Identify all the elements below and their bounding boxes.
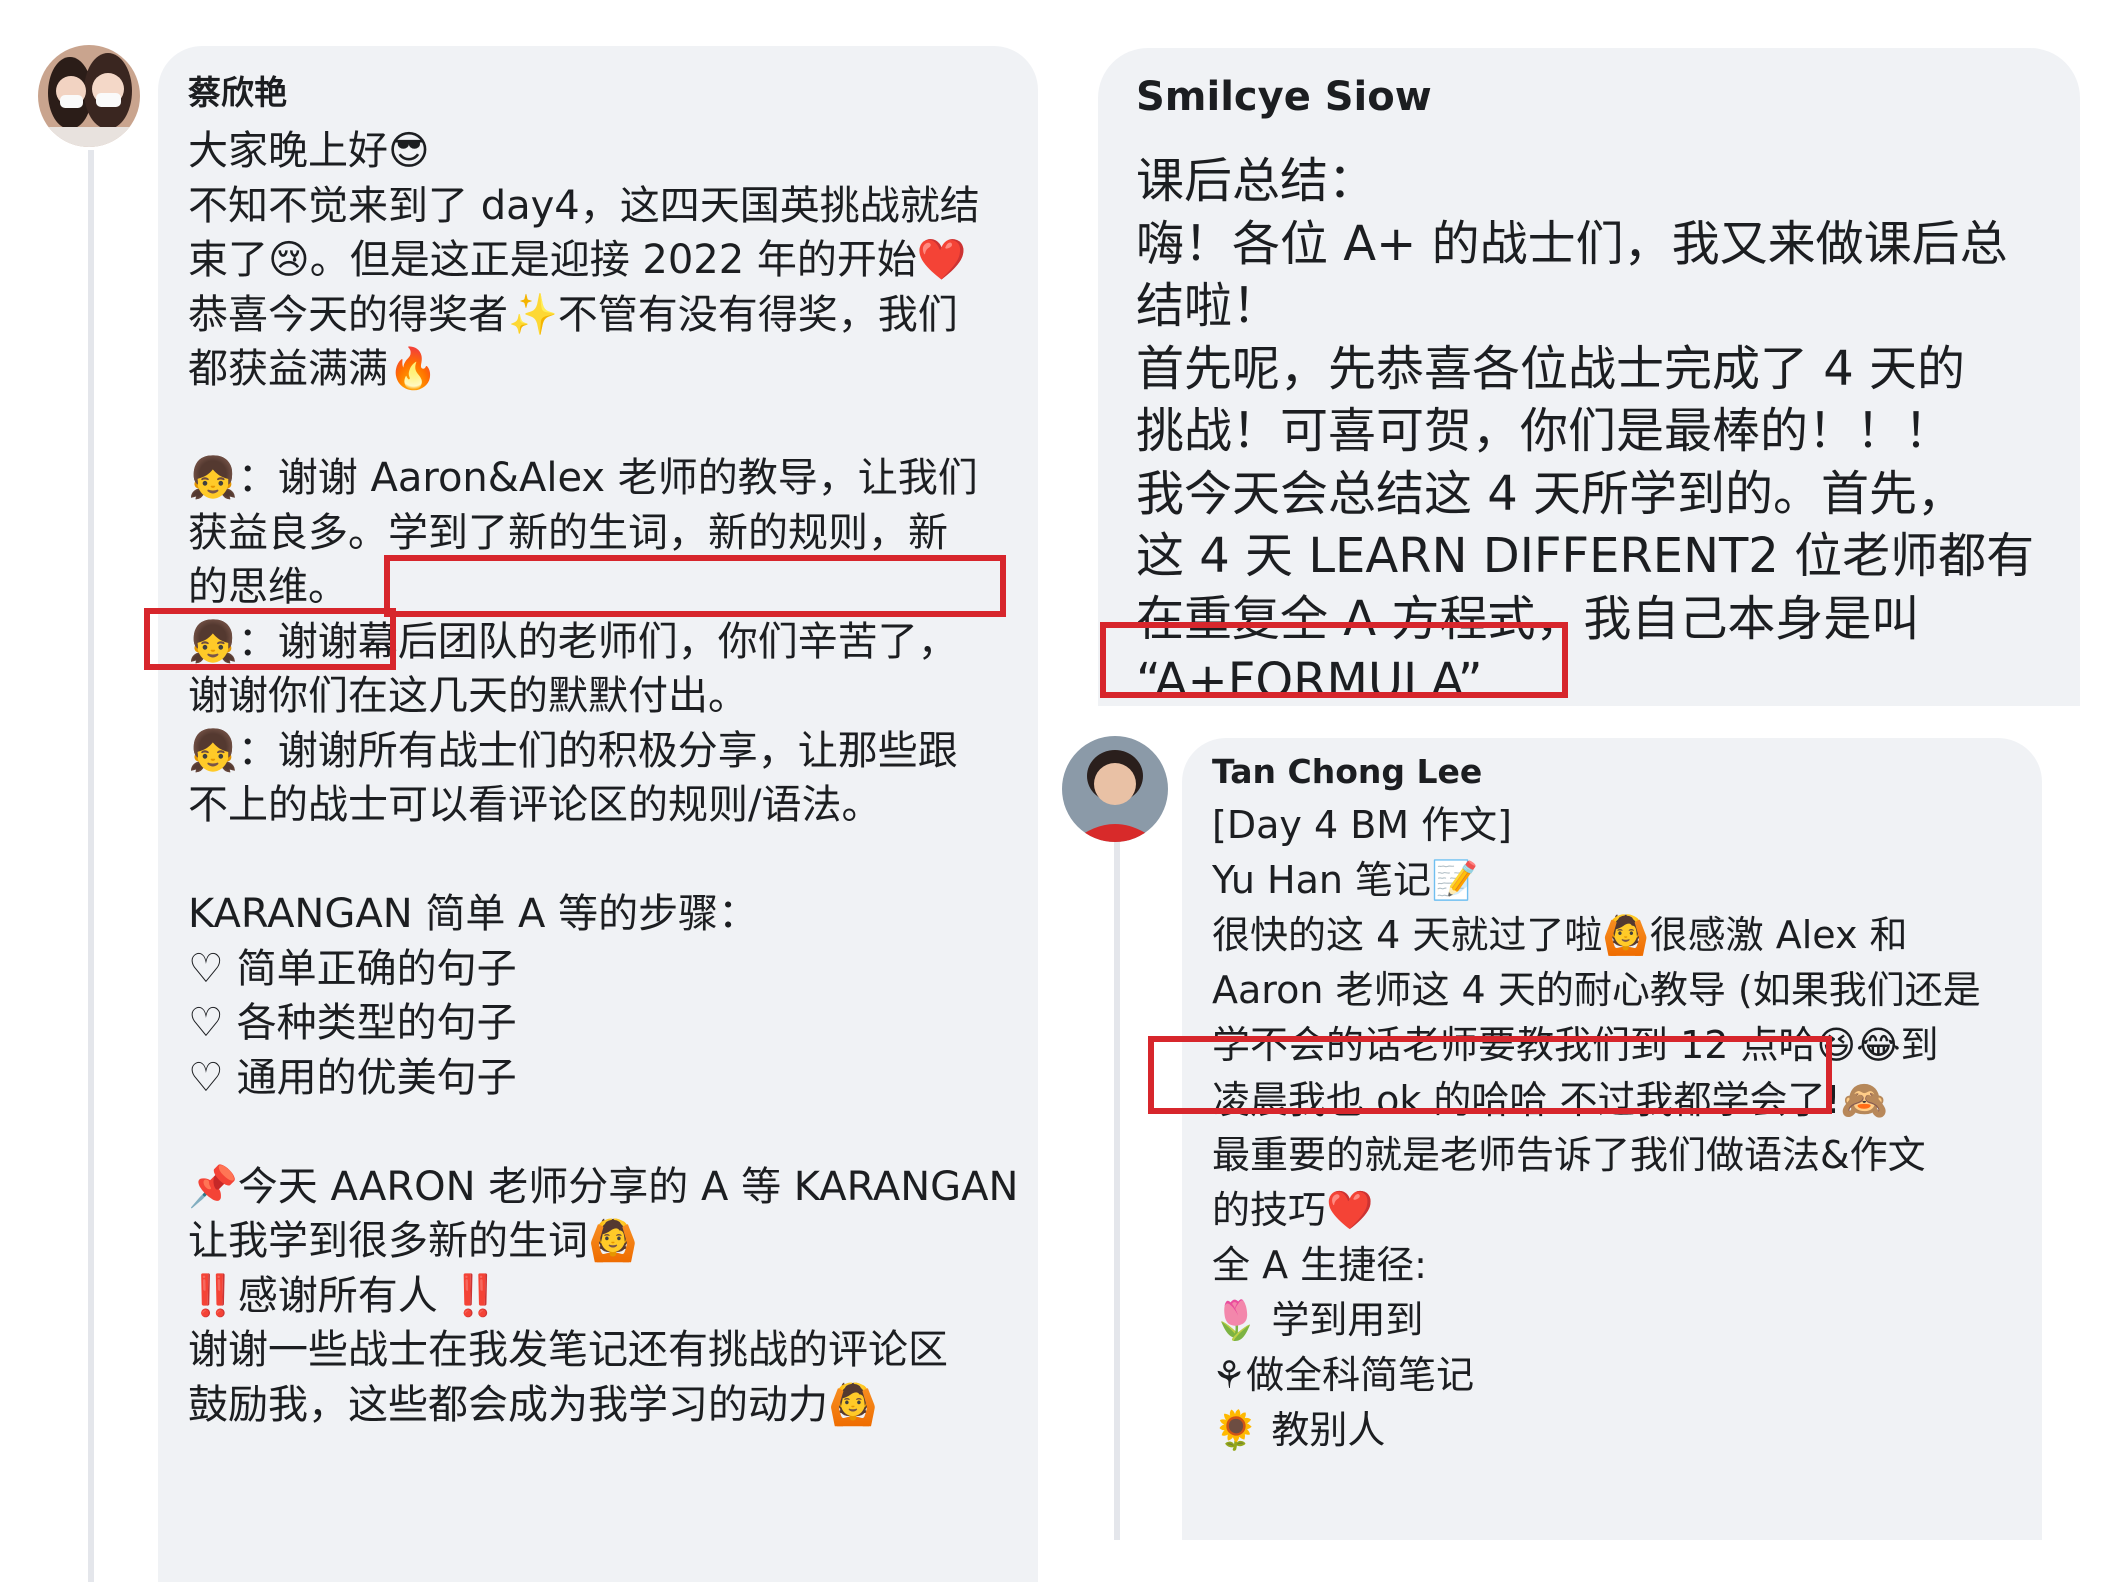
comment-line: Aaron 老师这 4 天的耐心教导 (如果我们还是 [1212, 968, 1981, 1012]
comment-line: 这 4 天 LEARN DIFFERENT2 位老师都有 [1136, 528, 2035, 584]
comment-line: ♡ 简单正确的句子 [188, 945, 517, 992]
comment-line: 恭喜今天的得奖者✨不管有没有得奖，我们 [188, 291, 958, 338]
highlight-box [384, 555, 1006, 617]
comment-author[interactable]: Smilcye Siow [1136, 74, 1432, 120]
comment-line: 鼓励我，这些都会成为我学习的动力🙆 [188, 1381, 878, 1428]
comment-author[interactable]: 蔡欣艳 [188, 66, 287, 114]
comment-line [188, 833, 1018, 888]
comment-line: 不知不觉来到了 day4，这四天国英挑战就结 [188, 182, 980, 229]
comment-text: 大家晚上好😎 不知不觉来到了 day4，这四天国英挑战就结 束了😢。但是这正是迎接 … [188, 124, 1018, 1432]
comment-line: 📌今天 AARON 老师分享的 A 等 KARANGAN [188, 1163, 1019, 1210]
highlight-box [1100, 622, 1568, 698]
comment-line: 🌻 教别人 [1212, 1408, 1386, 1452]
comment-line: 最重要的就是老师告诉了我们做语法&作文 [1212, 1133, 1926, 1177]
comment-line: 👧：谢谢所有战士们的积极分享，让那些跟 [188, 727, 958, 774]
comment-bubble: 蔡欣艳 大家晚上好😎 不知不觉来到了 day4，这四天国英挑战就结 束了😢。但是这正… [158, 46, 1038, 1582]
avatar[interactable] [1062, 736, 1168, 842]
avatar-photo [38, 45, 140, 147]
comment-line: 首先呢，先恭喜各位战士完成了 4 天的 [1136, 340, 1966, 397]
comment-line [188, 397, 1018, 452]
comment-line: 全 A 生捷径: [1212, 1243, 1427, 1287]
comment-line: ‼️感谢所有人 ‼️ [188, 1272, 501, 1319]
comment-line: 都获益满满🔥 [188, 346, 438, 392]
comment-line: ♡ 各种类型的句子 [188, 1000, 517, 1046]
avatar[interactable] [38, 45, 140, 147]
comment-line: 不上的战士可以看评论区的规则/语法。 [188, 782, 882, 828]
comment-line: 结啦！ [1136, 278, 1281, 334]
comment-line: 获益良多。学到了新的生词，新的规则，新 [188, 509, 948, 556]
comment-line: 谢谢你们在这几天的默默付出。 [188, 673, 748, 719]
highlight-box [144, 608, 396, 670]
comment-line: [Day 4 BM 作文] [1212, 803, 1512, 847]
comment-line: 我今天会总结这 4 天所学到的。首先， [1136, 465, 1966, 522]
thread-line [88, 150, 94, 1582]
comment-line: ♡ 通用的优美句子 [188, 1054, 517, 1101]
comment-line: ⚘做全科简笔记 [1212, 1353, 1475, 1397]
avatar-photo [1062, 736, 1168, 842]
comment-bubble: Tan Chong Lee [Day 4 BM 作文] Yu Han 笔记📝 很快的… [1182, 738, 2042, 1540]
comment-line: 课后总结： [1136, 153, 1377, 209]
comment-line: 束了😢。但是这正是迎接 2022 年的开始❤️ [188, 237, 967, 283]
thread-line [1114, 840, 1120, 1540]
comment-line [188, 1105, 1018, 1160]
comment-author[interactable]: Tan Chong Lee [1212, 752, 1482, 791]
comment-line: Yu Han 笔记📝 [1212, 858, 1479, 902]
comment-line: 很快的这 4 天就过了啦🙆很感激 Alex 和 [1212, 913, 1908, 957]
comment-line: KARANGAN 简单 A 等的步骤： [188, 891, 759, 937]
comment-line: 让我学到很多新的生词🙆 [188, 1218, 638, 1264]
comment-bubble: Smilcye Siow 课后总结： 嗨！各位 A+ 的战士们，我又来做课后总 结啦… [1098, 48, 2080, 709]
highlight-box [1148, 1036, 1832, 1114]
comment-line: 的技巧❤️ [1212, 1188, 1374, 1232]
comment-line: 大家晚上好😎 [188, 128, 430, 174]
comment-line: 谢谢一些战士在我发笔记还有挑战的评论区 [188, 1327, 948, 1373]
comment-line: 🌷 学到用到 [1212, 1298, 1424, 1342]
comment-line: 挑战！可喜可贺，你们是最棒的！！！ [1136, 403, 1953, 459]
comment-line: 👧：谢谢 Aaron&Alex 老师的教导，让我们 [188, 455, 978, 501]
comment-text: [Day 4 BM 作文] Yu Han 笔记📝 很快的这 4 天就过了啦🙆很感激 … [1212, 798, 1981, 1458]
comment-line: 嗨！各位 A+ 的战士们，我又来做课后总 [1136, 215, 2008, 272]
